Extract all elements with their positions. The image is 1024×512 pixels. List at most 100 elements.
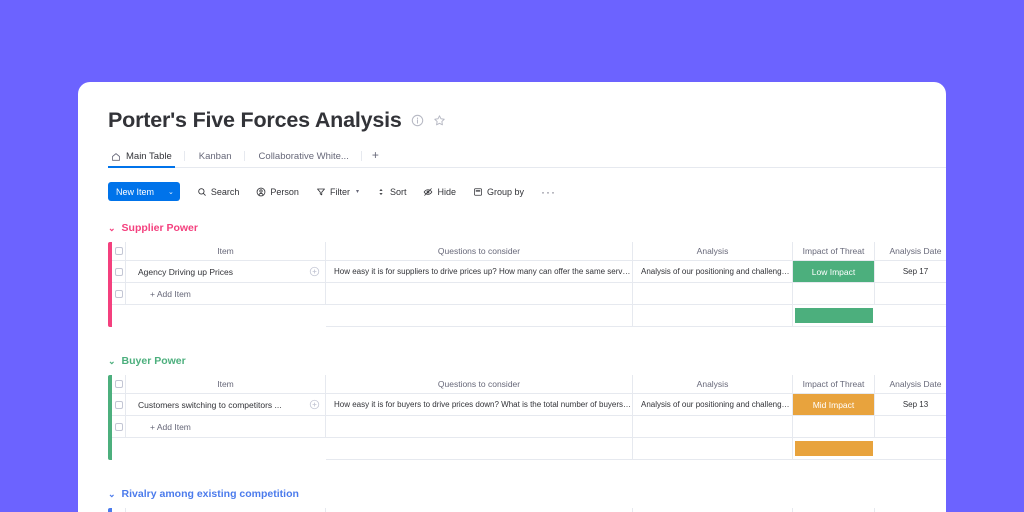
table-row[interactable]: Agency Driving up Prices How easy it is f…: [112, 261, 946, 283]
cell-date[interactable]: Sep 13: [875, 394, 946, 415]
column-header-item[interactable]: Item: [126, 508, 326, 512]
questions-text: How easy it is for suppliers to drive pr…: [334, 267, 632, 276]
group-header[interactable]: ⌄ Buyer Power: [108, 352, 946, 370]
column-header-item[interactable]: Item: [126, 375, 326, 393]
select-all-cell[interactable]: [112, 508, 126, 512]
row-checkbox-cell[interactable]: [112, 283, 126, 304]
toolbar-hide[interactable]: Hide: [423, 187, 456, 197]
chevron-down-icon[interactable]: ⌄: [108, 489, 116, 499]
toolbar: New Item ⌄ Search Person Filter ▾ Sort H…: [108, 182, 946, 201]
info-icon[interactable]: [411, 114, 424, 127]
cell-analysis[interactable]: Analysis of our positioning and challeng…: [633, 261, 793, 282]
select-all-cell[interactable]: [112, 242, 126, 260]
summary-color-bar: [795, 308, 873, 323]
star-icon[interactable]: [433, 114, 446, 127]
column-header-impact[interactable]: Impact of Threat: [793, 242, 875, 260]
checkbox-icon[interactable]: [114, 422, 123, 431]
add-update-icon[interactable]: [303, 266, 325, 277]
cell-date[interactable]: Sep 17: [875, 261, 946, 282]
group-table: ItemQuestions to considerAnalysisImpact …: [108, 508, 946, 512]
group-table: ItemQuestions to considerAnalysisImpact …: [108, 375, 946, 460]
view-tabs: Main Table Kanban Collaborative White...…: [108, 145, 946, 168]
toolbar-person[interactable]: Person: [256, 187, 299, 197]
group: ⌄ Rivalry among existing competition ItemQ…: [108, 485, 946, 512]
toolbar-more-button[interactable]: ···: [541, 186, 556, 198]
column-header-impact[interactable]: Impact of Threat: [793, 508, 875, 512]
toolbar-label: Person: [270, 186, 299, 197]
row-checkbox-cell[interactable]: [112, 261, 126, 282]
cell-item[interactable]: Customers switching to competitors ...: [126, 394, 326, 415]
chevron-down-icon[interactable]: ⌄: [108, 356, 116, 366]
summary-analysis: [633, 305, 793, 327]
table-row[interactable]: Customers switching to competitors ... Ho…: [112, 394, 946, 416]
date-text: Sep 17: [902, 267, 929, 276]
summary-impact: [793, 305, 875, 327]
cell-empty: [793, 416, 875, 437]
column-header-questions[interactable]: Questions to consider: [326, 508, 633, 512]
cell-impact[interactable]: Low Impact: [793, 261, 875, 282]
select-all-cell[interactable]: [112, 375, 126, 393]
new-item-label: New Item: [116, 186, 155, 197]
home-icon: [111, 152, 121, 162]
analysis-text: Analysis of our positioning and challeng…: [641, 267, 792, 276]
column-header-analysis[interactable]: Analysis: [633, 242, 793, 260]
column-header-analysis[interactable]: Analysis: [633, 508, 793, 512]
summary-impact: [793, 438, 875, 460]
status-badge[interactable]: Mid Impact: [793, 394, 874, 415]
summary-date: [875, 438, 946, 460]
checkbox-icon[interactable]: [114, 267, 123, 276]
row-checkbox-cell[interactable]: [112, 416, 126, 437]
checkbox-icon[interactable]: [114, 247, 123, 255]
chevron-down-icon: ⌄: [168, 188, 174, 196]
group-table: ItemQuestions to considerAnalysisImpact …: [108, 242, 946, 327]
column-header-date[interactable]: Analysis Date: [875, 508, 946, 512]
toolbar-filter[interactable]: Filter ▾: [316, 187, 359, 197]
add-update-icon[interactable]: [303, 399, 325, 410]
status-badge[interactable]: Low Impact: [793, 261, 874, 282]
tab-collaborative-whiteboard[interactable]: Collaborative White...: [245, 151, 363, 168]
checkbox-icon[interactable]: [114, 380, 123, 388]
group-color-bar: [108, 375, 112, 460]
group-header[interactable]: ⌄ Rivalry among existing competition: [108, 485, 946, 503]
cell-questions[interactable]: How easy it is for suppliers to drive pr…: [326, 261, 633, 282]
column-header-questions[interactable]: Questions to consider: [326, 375, 633, 393]
search-icon: [197, 187, 207, 197]
checkbox-icon[interactable]: [114, 289, 123, 298]
group-summary-row: [112, 305, 946, 327]
toolbar-group-by[interactable]: Group by: [473, 187, 524, 197]
add-item-row[interactable]: + Add Item: [112, 416, 946, 438]
group-title: Rivalry among existing competition: [121, 488, 299, 500]
toolbar-search[interactable]: Search: [197, 187, 239, 197]
add-item-cell[interactable]: + Add Item: [126, 283, 326, 304]
summary-color-bar: [795, 441, 873, 456]
tab-main-table[interactable]: Main Table: [108, 151, 185, 168]
cell-questions[interactable]: How easy it is for buyers to drive price…: [326, 394, 633, 415]
summary-questions: [326, 305, 633, 327]
cell-impact[interactable]: Mid Impact: [793, 394, 875, 415]
add-item-row[interactable]: + Add Item: [112, 283, 946, 305]
toolbar-sort[interactable]: Sort: [376, 187, 406, 197]
summary-spacer: [112, 438, 326, 460]
column-header-questions[interactable]: Questions to consider: [326, 242, 633, 260]
checkbox-icon[interactable]: [114, 400, 123, 409]
column-header-date[interactable]: Analysis Date: [875, 375, 946, 393]
row-checkbox-cell[interactable]: [112, 394, 126, 415]
chevron-down-icon[interactable]: ⌄: [108, 223, 116, 233]
cell-empty: [793, 283, 875, 304]
cell-analysis[interactable]: Analysis of our positioning and challeng…: [633, 394, 793, 415]
add-view-button[interactable]: +: [362, 148, 389, 168]
cell-item[interactable]: Agency Driving up Prices: [126, 261, 326, 282]
column-header-analysis[interactable]: Analysis: [633, 375, 793, 393]
add-item-cell[interactable]: + Add Item: [126, 416, 326, 437]
tab-label: Kanban: [198, 151, 232, 162]
tab-kanban[interactable]: Kanban: [185, 151, 245, 168]
person-icon: [256, 187, 266, 197]
column-header-item[interactable]: Item: [126, 242, 326, 260]
column-header-date[interactable]: Analysis Date: [875, 242, 946, 260]
cell-empty: [326, 283, 633, 304]
column-header-impact[interactable]: Impact of Threat: [793, 375, 875, 393]
group-header[interactable]: ⌄ Supplier Power: [108, 219, 946, 237]
group-summary-row: [112, 438, 946, 460]
new-item-button[interactable]: New Item ⌄: [108, 182, 180, 201]
questions-text: How easy it is for buyers to drive price…: [334, 400, 632, 409]
